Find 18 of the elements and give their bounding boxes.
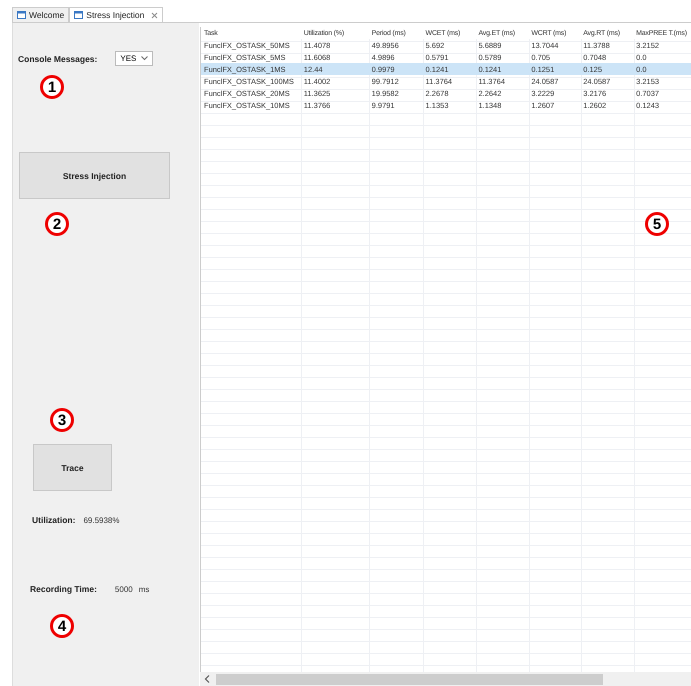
editor-tab[interactable]: Stress Injection	[69, 7, 164, 22]
recording-time-unit: ms	[138, 584, 150, 594]
window-icon	[17, 11, 26, 19]
recording-time-value: 5000	[114, 584, 133, 594]
scroll-left-icon[interactable]	[204, 675, 210, 683]
utilization-label: Utilization:	[32, 515, 76, 525]
chevron-icon	[141, 56, 148, 61]
utilization-value: 69.5938%	[83, 516, 120, 524]
console-messages-dropdown[interactable]: YES	[115, 51, 154, 66]
console-messages-label: Console Messages:	[18, 54, 98, 64]
editor-tab[interactable]: Welcome	[12, 7, 70, 22]
trace-button[interactable]: Trace	[33, 444, 112, 491]
scrollbar-thumb[interactable]	[216, 674, 603, 685]
close-icon[interactable]	[151, 12, 158, 18]
horizontal-scrollbar[interactable]	[200, 672, 691, 686]
stress-injection-button[interactable]: Stress Injection	[19, 152, 170, 199]
recording-time-label: Recording Time:	[30, 584, 97, 594]
window-icon	[74, 11, 84, 19]
